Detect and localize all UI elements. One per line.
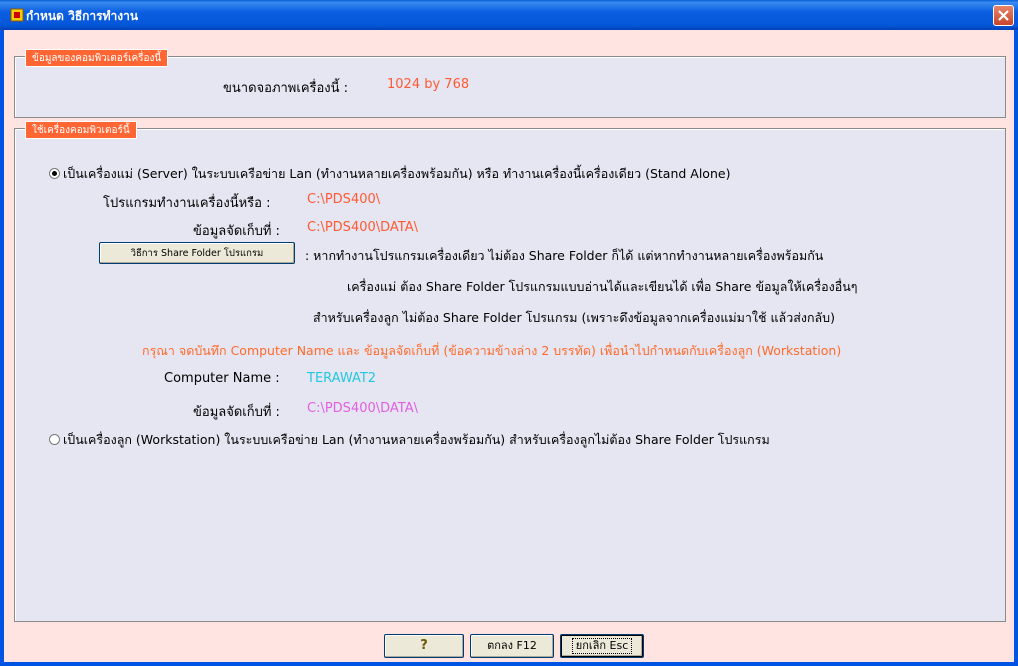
- program-path: C:\PDS400\: [307, 192, 381, 207]
- dialog-window: กำหนด วิธีการทำงาน ข้อมูลของคอมพิวเตอร์เ…: [0, 0, 1018, 666]
- computer-name-value: TERAWAT2: [307, 371, 377, 386]
- data-label: ข้อมูลจัดเก็บที่ :: [193, 224, 280, 239]
- help-button[interactable]: ?: [384, 634, 464, 658]
- workstation-radio[interactable]: [49, 434, 60, 445]
- cancel-button-label: ยกเลิก Esc: [571, 638, 633, 654]
- program-label: โปรแกรมทำงานเครื่องนี้หรือ :: [103, 196, 271, 211]
- usage-group: ใช้เครื่องคอมพิวเตอร์นี้ เป็นเครื่องแม่ …: [14, 121, 1006, 622]
- cancel-button[interactable]: ยกเลิก Esc: [560, 634, 644, 658]
- app-icon: [10, 8, 24, 22]
- computer-name-label: Computer Name :: [164, 371, 280, 386]
- resolution-value: 1024 by 768: [387, 77, 470, 92]
- server-option-label[interactable]: เป็นเครื่องแม่ (Server) ในระบบเครือข่าย …: [63, 164, 730, 184]
- workstation-option-label[interactable]: เป็นเครื่องลูก (Workstation) ในระบบเครือ…: [63, 430, 770, 450]
- data-path: C:\PDS400\DATA\: [307, 220, 419, 235]
- help-icon: ?: [420, 638, 428, 653]
- radio-selected-dot: [52, 171, 57, 176]
- share-info-line1: : หากทำงานโปรแกรมเครื่องเดียว ไม่ต้อง Sh…: [305, 248, 824, 263]
- share-info-line3: สำหรับเครื่องลูก ไม่ต้อง Share Folder โป…: [313, 310, 835, 325]
- share-info-line2: เครื่องแม่ ต้อง Share Folder โปรแกรมแบบอ…: [347, 279, 858, 294]
- note-text: กรุณา จดบันทึก Computer Name และ ข้อมูลจ…: [142, 343, 842, 358]
- share-folder-button-label: วิธีการ Share Folder โปรแกรม: [130, 248, 264, 259]
- data-path-2: C:\PDS400\DATA\: [307, 401, 419, 416]
- computer-info-group: ข้อมูลของคอมพิวเตอร์เครื่องนี้ ขนาดจอภาพ…: [14, 49, 1006, 118]
- share-folder-button[interactable]: วิธีการ Share Folder โปรแกรม: [99, 242, 295, 264]
- ok-button-label: ตกลง F12: [487, 639, 537, 652]
- title-bar[interactable]: กำหนด วิธีการทำงาน: [0, 0, 1018, 30]
- data-label-2: ข้อมูลจัดเก็บที่ :: [193, 405, 280, 420]
- computer-info-legend: ข้อมูลของคอมพิวเตอร์เครื่องนี้: [25, 49, 169, 67]
- ok-button[interactable]: ตกลง F12: [470, 634, 554, 658]
- usage-legend: ใช้เครื่องคอมพิวเตอร์นี้: [25, 121, 137, 139]
- server-radio[interactable]: [49, 168, 60, 179]
- close-icon: [998, 10, 1009, 21]
- close-button[interactable]: [993, 5, 1014, 26]
- window-title: กำหนด วิธีการทำงาน: [26, 9, 139, 23]
- resolution-label: ขนาดจอภาพเครื่องนี้ :: [223, 81, 349, 96]
